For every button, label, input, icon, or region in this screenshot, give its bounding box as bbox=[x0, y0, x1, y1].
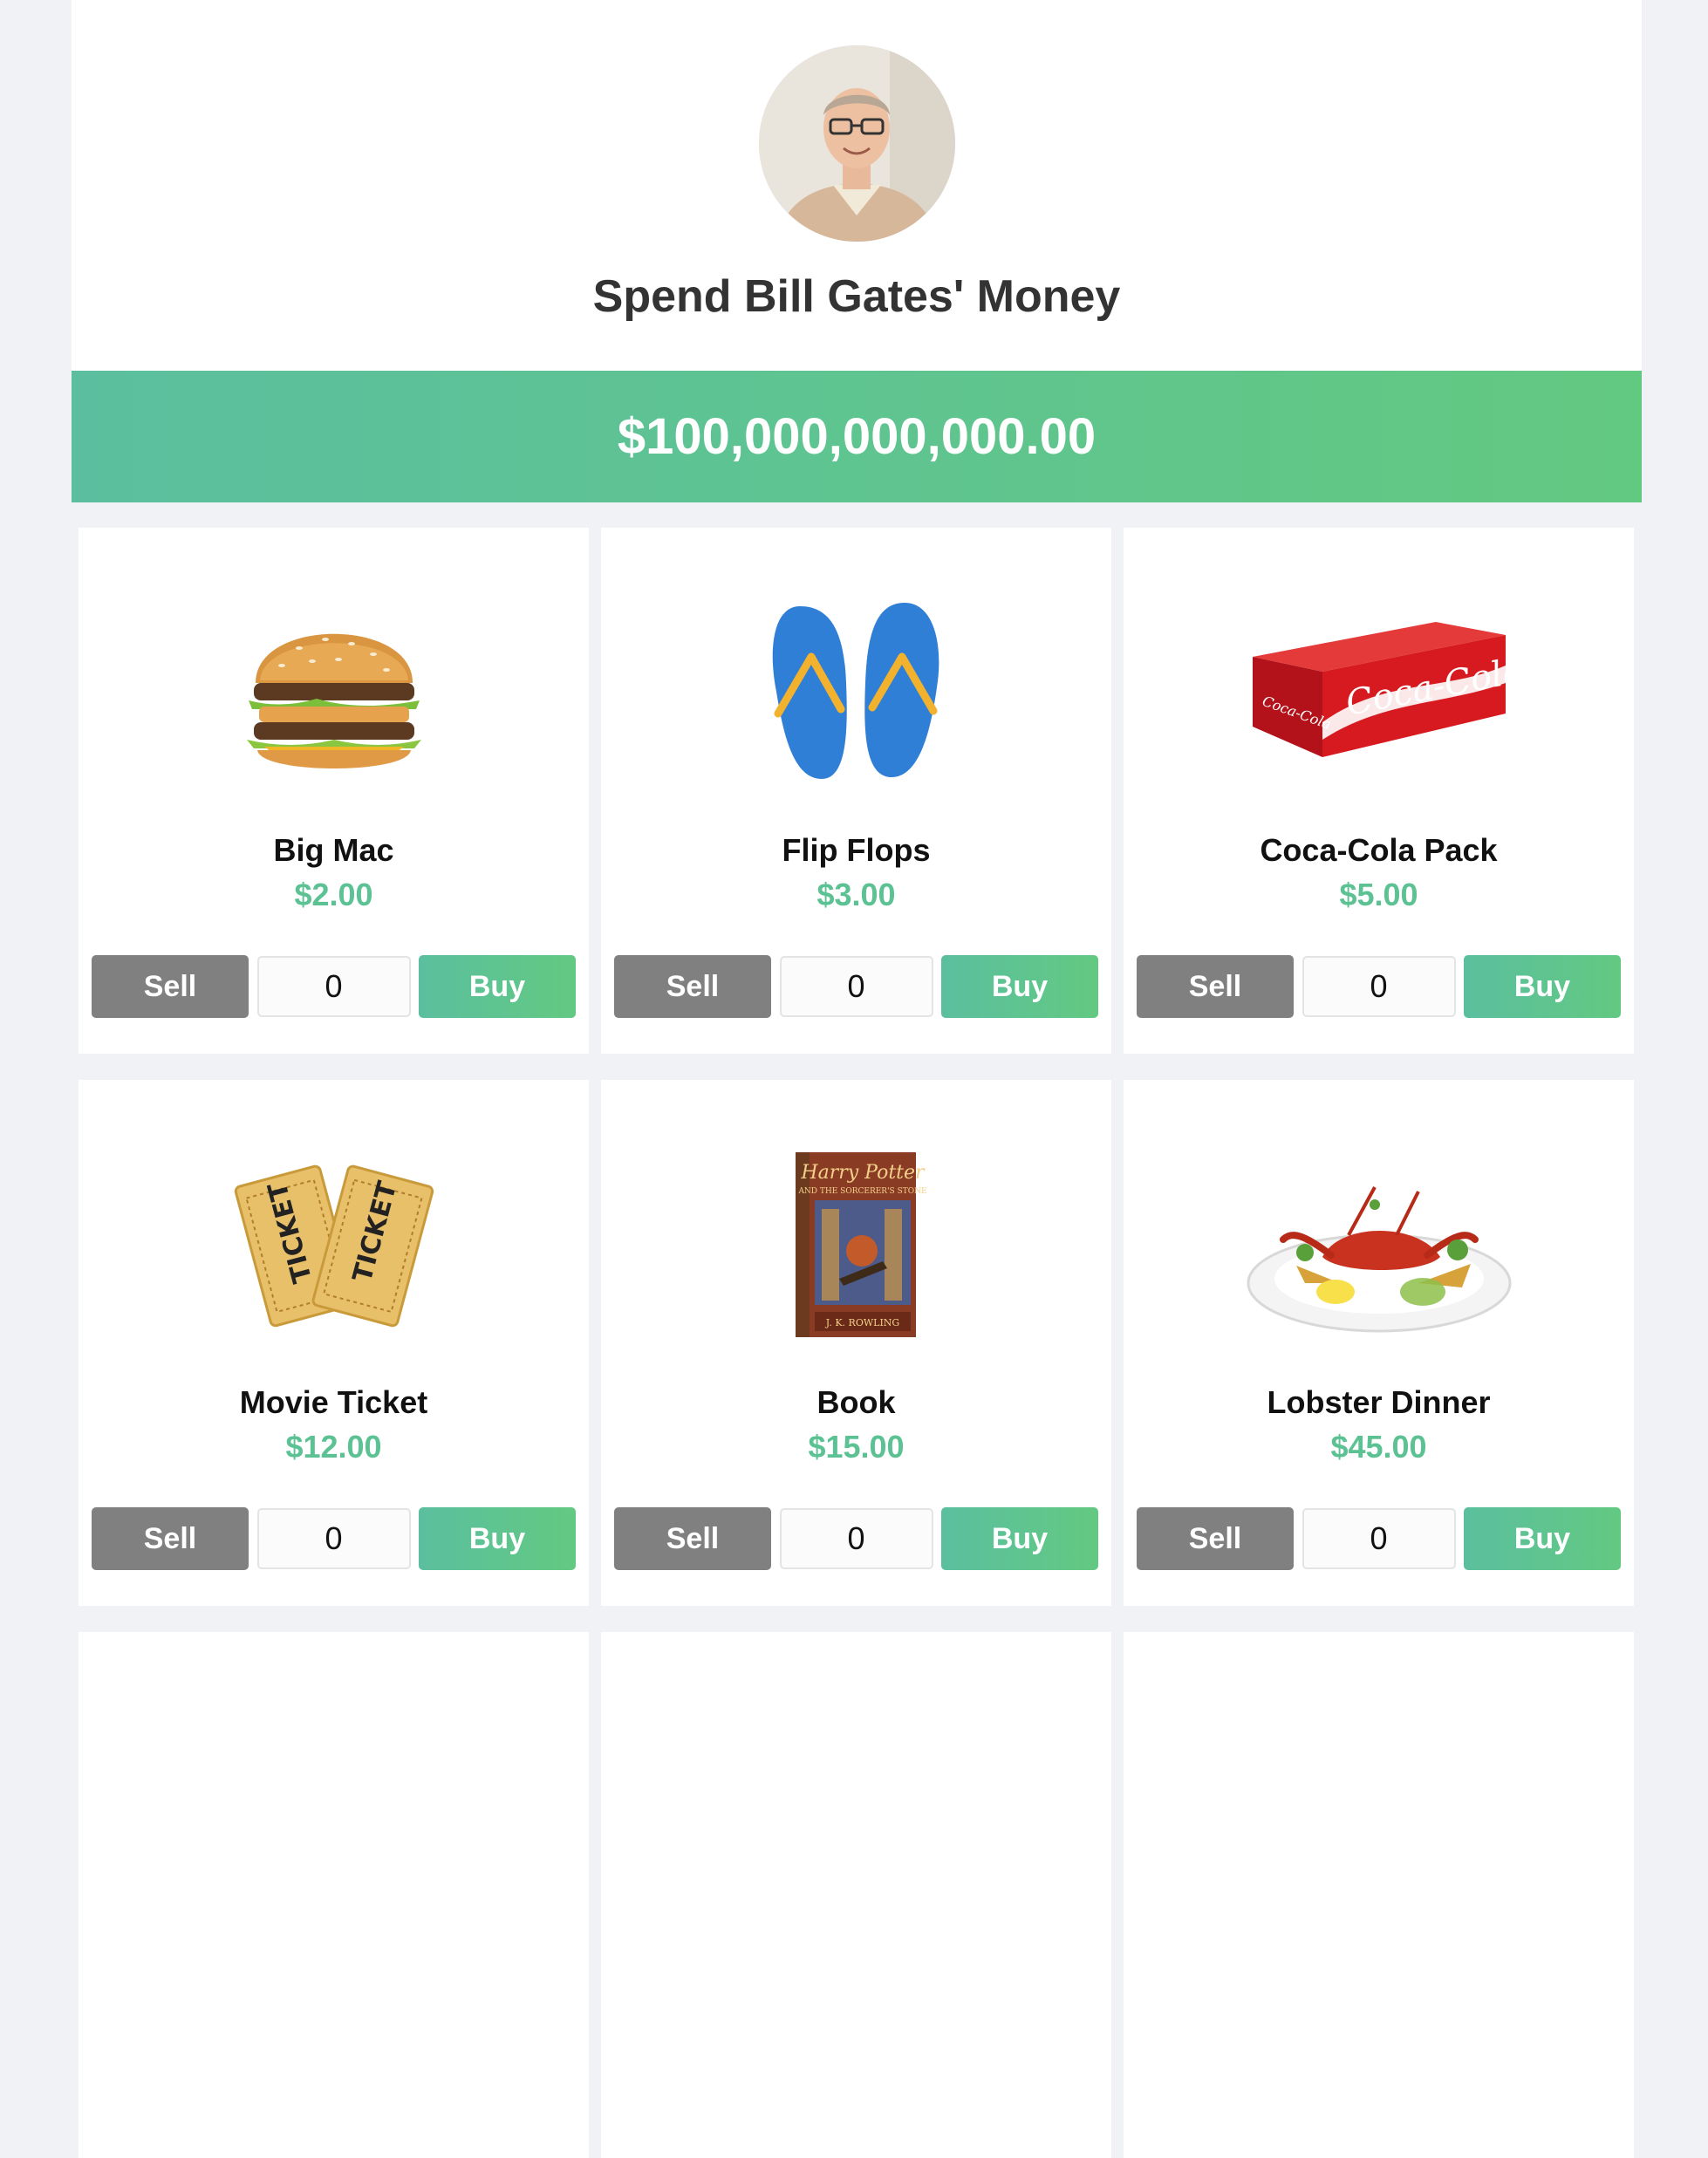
avatar bbox=[759, 45, 955, 242]
product-card-partial bbox=[601, 1632, 1111, 2158]
balance-amount: $100,000,000,000.00 bbox=[617, 408, 1097, 465]
product-name: Book bbox=[816, 1384, 896, 1420]
buy-button[interactable]: Buy bbox=[419, 1507, 576, 1570]
product-name: Lobster Dinner bbox=[1267, 1384, 1491, 1420]
product-name: Movie Ticket bbox=[239, 1384, 428, 1420]
sell-button[interactable]: Sell bbox=[92, 955, 249, 1018]
svg-text:Harry Potter: Harry Potter bbox=[800, 1162, 926, 1184]
product-price: $12.00 bbox=[285, 1429, 382, 1465]
product-name: Coca-Cola Pack bbox=[1260, 832, 1498, 868]
buy-button[interactable]: Buy bbox=[941, 955, 1098, 1018]
quantity-input[interactable] bbox=[779, 956, 933, 1017]
page-title: Spend Bill Gates' Money bbox=[592, 271, 1121, 322]
product-card: Coca-Cola Coca-Cola Coca-Cola Pack $5.00… bbox=[1124, 528, 1634, 1054]
product-price: $2.00 bbox=[294, 877, 373, 912]
quantity-input[interactable] bbox=[1301, 1508, 1456, 1569]
sell-button[interactable]: Sell bbox=[1137, 1507, 1294, 1570]
product-controls: Sell Buy bbox=[92, 955, 576, 1018]
product-name: Flip Flops bbox=[782, 832, 931, 868]
buy-button[interactable]: Buy bbox=[1464, 955, 1621, 1018]
buy-button[interactable]: Buy bbox=[419, 955, 576, 1018]
product-card-partial bbox=[1124, 1632, 1634, 2158]
lobster-dinner-icon bbox=[1124, 1145, 1634, 1342]
product-card: Lobster Dinner $45.00 Sell Buy bbox=[1124, 1080, 1634, 1606]
sell-button[interactable]: Sell bbox=[1137, 955, 1294, 1018]
product-controls: Sell Buy bbox=[614, 955, 1098, 1018]
person-portrait-icon bbox=[759, 45, 955, 242]
product-price: $3.00 bbox=[816, 877, 896, 912]
quantity-input[interactable] bbox=[1301, 956, 1456, 1017]
product-card-partial bbox=[79, 1632, 589, 2158]
svg-text:AND THE SORCERER'S STONE: AND THE SORCERER'S STONE bbox=[797, 1187, 926, 1196]
product-name: Big Mac bbox=[273, 832, 394, 868]
header: Spend Bill Gates' Money bbox=[72, 0, 1642, 371]
balance-bar: $100,000,000,000.00 bbox=[72, 371, 1642, 502]
burger-icon bbox=[79, 593, 589, 789]
ticket-icon: TICKET TICKET bbox=[79, 1145, 589, 1342]
product-price: $15.00 bbox=[808, 1429, 905, 1465]
product-controls: Sell Buy bbox=[614, 1507, 1098, 1570]
product-grid: Big Mac $2.00 Sell Buy Flip Flops $3.00 … bbox=[79, 528, 1635, 2158]
buy-button[interactable]: Buy bbox=[941, 1507, 1098, 1570]
quantity-input[interactable] bbox=[256, 1508, 411, 1569]
product-controls: Sell Buy bbox=[1137, 1507, 1621, 1570]
product-price: $5.00 bbox=[1339, 877, 1418, 912]
product-card: TICKET TICKET Movie Ticket $12.00 Sell B… bbox=[79, 1080, 589, 1606]
product-card: Harry Potter AND THE SORCERER'S STONE J.… bbox=[601, 1080, 1111, 1606]
svg-text:J. K. ROWLING: J. K. ROWLING bbox=[824, 1317, 898, 1328]
product-price: $45.00 bbox=[1330, 1429, 1427, 1465]
quantity-input[interactable] bbox=[256, 956, 411, 1017]
product-controls: Sell Buy bbox=[1137, 955, 1621, 1018]
product-controls: Sell Buy bbox=[92, 1507, 576, 1570]
product-card: Big Mac $2.00 Sell Buy bbox=[79, 528, 589, 1054]
sell-button[interactable]: Sell bbox=[614, 1507, 771, 1570]
buy-button[interactable]: Buy bbox=[1464, 1507, 1621, 1570]
flip-flops-icon bbox=[601, 593, 1111, 789]
sell-button[interactable]: Sell bbox=[92, 1507, 249, 1570]
quantity-input[interactable] bbox=[779, 1508, 933, 1569]
product-card: Flip Flops $3.00 Sell Buy bbox=[601, 528, 1111, 1054]
soda-pack-icon: Coca-Cola Coca-Cola bbox=[1124, 593, 1634, 789]
book-icon: Harry Potter AND THE SORCERER'S STONE J.… bbox=[601, 1145, 1111, 1342]
sell-button[interactable]: Sell bbox=[614, 955, 771, 1018]
